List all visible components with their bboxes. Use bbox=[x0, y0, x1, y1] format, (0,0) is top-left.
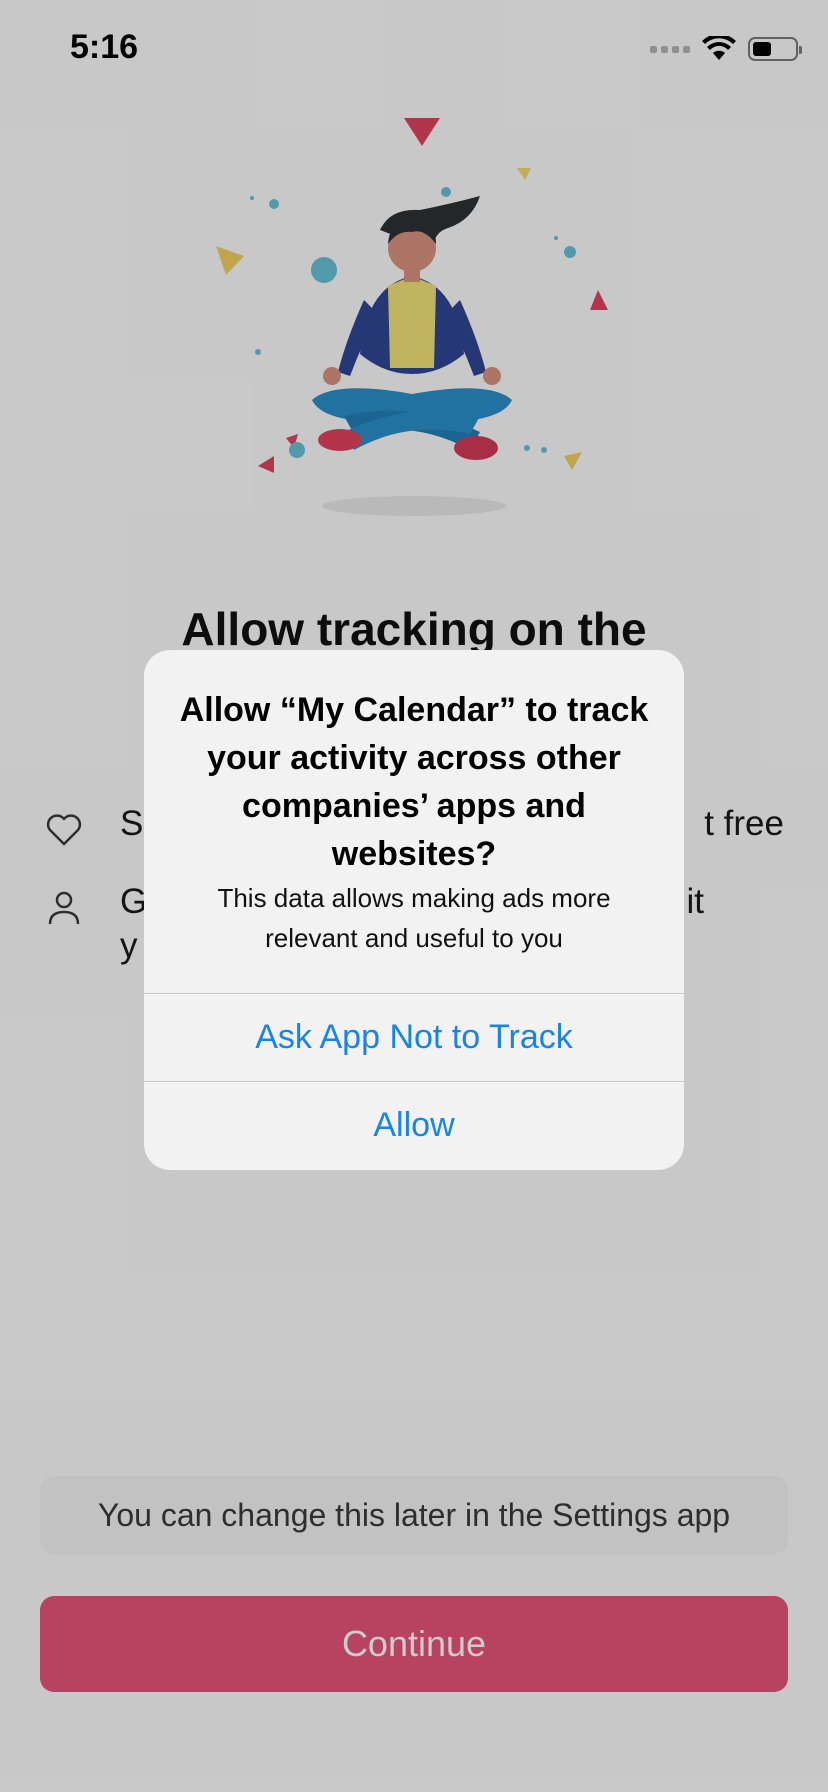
allow-tracking-button[interactable]: Allow bbox=[144, 1081, 684, 1169]
alert-title: Allow “My Calendar” to track your activi… bbox=[179, 691, 649, 873]
alert-message: This data allows making ads more relevan… bbox=[217, 883, 611, 953]
ask-not-to-track-button[interactable]: Ask App Not to Track bbox=[144, 993, 684, 1081]
tracking-permission-alert: Allow “My Calendar” to track your activi… bbox=[144, 650, 684, 1170]
